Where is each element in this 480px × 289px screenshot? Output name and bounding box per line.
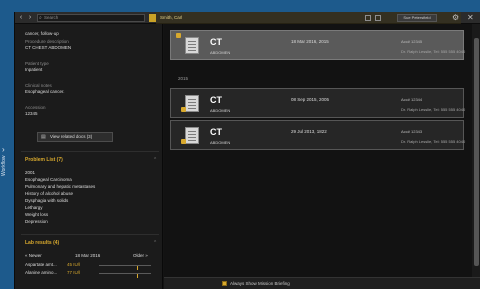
problem-list-title[interactable]: Problem List (7)	[25, 157, 63, 163]
search-placeholder: Search	[44, 15, 59, 20]
clinical-notes-label: Clinical notes	[25, 83, 52, 88]
study-body-part: ABDOMEN	[210, 108, 231, 113]
procedure-label: Procedure description	[25, 39, 69, 44]
star-icon[interactable]	[181, 139, 186, 144]
mission-briefing-label[interactable]: Always Show Mission Briefing	[230, 281, 290, 286]
study-physician: Dr. Ralph Lesslie, Tel: 555 555 4040	[401, 107, 466, 112]
lab-value: 77 IU/l	[67, 270, 81, 275]
divider	[21, 234, 159, 235]
study-thumbnail	[185, 95, 199, 112]
star-icon[interactable]	[181, 107, 186, 112]
lab-value: 45 IU/l	[67, 262, 81, 267]
application-window: ‹ › ⌕ Search Smith, Carl Sue Petersfield…	[14, 12, 480, 289]
search-icon: ⌕	[39, 15, 42, 21]
newer-link[interactable]: « Newer	[25, 253, 42, 258]
problem-item: Pulmonary and hepatic metastases	[25, 184, 96, 189]
procedure-value: CT CHEST ABDOMEN	[25, 45, 72, 50]
study-date: 08 Sep 2015, 2005	[291, 97, 330, 102]
collapse-icon[interactable]: ⌃	[153, 240, 157, 246]
lab-range-bar	[99, 273, 151, 278]
layout-button[interactable]	[375, 15, 381, 21]
accession-label: Accession	[25, 105, 46, 110]
problem-item: Esophageal Carcinoma	[25, 177, 72, 182]
lab-row: Alanine amino... 77 IU/l	[25, 270, 157, 278]
study-accession: Acc# 12345	[401, 39, 423, 44]
reason-value: cancer, follow-up	[25, 31, 59, 36]
lab-range-marker	[137, 274, 139, 278]
minimize-button[interactable]	[365, 15, 371, 21]
workflow-label: Workflow	[1, 155, 7, 176]
lab-date: 18 Mar 2016	[75, 253, 101, 258]
study-card[interactable]: CT ABDOMEN 08 Sep 2015, 2005 Acc# 12344 …	[170, 88, 466, 118]
workflow-rail[interactable]: › Workflow	[0, 0, 14, 289]
mission-briefing-checkbox[interactable]	[222, 281, 227, 286]
view-related-docs-button[interactable]: ▤ View related docs (3)	[37, 132, 113, 142]
lab-range-bar	[99, 265, 151, 270]
lab-results-title[interactable]: Lab results (4)	[25, 240, 59, 246]
accession-value: 12345	[25, 111, 38, 116]
top-toolbar: ‹ › ⌕ Search Smith, Carl Sue Petersfield…	[15, 12, 480, 24]
scrollbar-thumb[interactable]	[474, 38, 479, 266]
user-button[interactable]: Sue Petersfield	[397, 14, 437, 22]
close-icon[interactable]: ✕	[467, 13, 474, 22]
year-separator: 2015	[178, 76, 189, 81]
problem-item: History of alcohol abuse	[25, 191, 74, 196]
lab-row: Aspartate amt... 45 IU/l	[25, 262, 157, 270]
document-icon: ▤	[41, 134, 46, 140]
clinical-notes-value: Esophageal cancer.	[25, 89, 65, 94]
study-physician: Dr. Ralph Lesslie, Tel: 555 555 4040	[401, 139, 466, 144]
study-body-part: ABDOMEN	[210, 50, 231, 55]
study-physician: Dr. Ralph Lesslie, Tel: 555 555 4040	[401, 49, 466, 54]
problem-item: Dysphagia with solids	[25, 198, 69, 203]
study-card[interactable]: CT ABDOMEN 29 Jul 2013, 1822 Acc# 12343 …	[170, 120, 466, 150]
study-date: 29 Jul 2013, 1822	[291, 129, 327, 134]
study-date: 18 Mar 2016, 2015	[291, 39, 329, 44]
study-thumbnail	[185, 37, 199, 54]
lab-name: Alanine amino...	[25, 270, 58, 275]
study-thumbnail	[185, 127, 199, 144]
problem-item: Lethargy	[25, 205, 43, 210]
flag-icon[interactable]	[176, 33, 181, 38]
problem-item: Depression	[25, 219, 48, 224]
study-accession: Acc# 12343	[401, 129, 423, 134]
patient-type-label: Patient type	[25, 61, 49, 66]
study-accession: Acc# 12344	[401, 97, 423, 102]
vertical-scrollbar[interactable]	[472, 24, 480, 289]
divider	[21, 151, 159, 152]
expand-arrow-icon[interactable]: ›	[2, 146, 5, 154]
patient-name[interactable]: Smith, Carl	[160, 15, 182, 20]
patient-tag-icon	[149, 14, 156, 22]
older-link[interactable]: Older »	[133, 253, 148, 258]
search-input[interactable]: ⌕ Search	[37, 14, 145, 22]
view-related-docs-label: View related docs (3)	[50, 134, 93, 139]
study-modality: CT	[210, 37, 222, 47]
patient-sidebar: cancer, follow-up Procedure description …	[15, 24, 163, 289]
gear-icon[interactable]: ⚙	[452, 13, 459, 22]
problem-item: Weight loss	[25, 212, 49, 217]
patient-type-value: Inpatient	[25, 67, 43, 72]
study-modality: CT	[210, 127, 222, 137]
forward-icon[interactable]: ›	[26, 14, 34, 22]
problem-item: 2001	[25, 170, 36, 175]
footer-bar: Always Show Mission Briefing	[164, 277, 480, 289]
collapse-icon[interactable]: ⌃	[153, 157, 157, 163]
study-body-part: ABDOMEN	[210, 140, 231, 145]
back-icon[interactable]: ‹	[17, 14, 25, 22]
study-card[interactable]: CT ABDOMEN 18 Mar 2016, 2015 Acc# 12345 …	[170, 30, 466, 60]
study-list: CT ABDOMEN 18 Mar 2016, 2015 Acc# 12345 …	[164, 24, 480, 289]
lab-date-navigator: « Newer 18 Mar 2016 Older »	[25, 253, 155, 260]
study-modality: CT	[210, 95, 222, 105]
lab-name: Aspartate amt...	[25, 262, 57, 267]
